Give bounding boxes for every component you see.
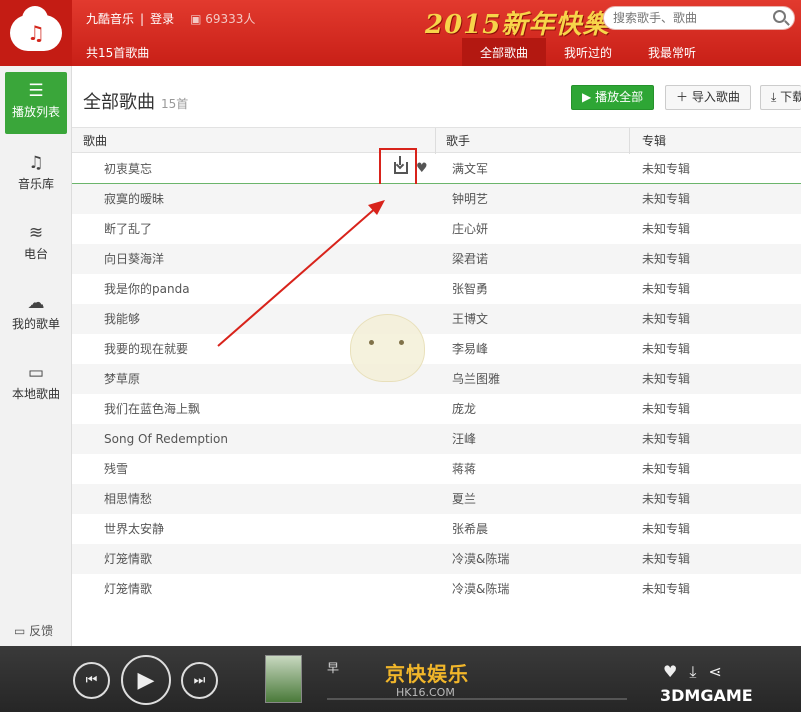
search-input[interactable] bbox=[604, 7, 764, 29]
sidebar-item-my-lists[interactable]: ☁ 我的歌单 bbox=[5, 294, 67, 332]
tab-most-played[interactable]: 我最常听 bbox=[630, 38, 714, 66]
new-year-banner: 2015新年快樂 bbox=[425, 10, 610, 40]
app-name: 九酷音乐 bbox=[86, 12, 135, 26]
login-link[interactable]: 登录 bbox=[150, 10, 174, 27]
sidebar-item-label: 我的歌单 bbox=[11, 317, 60, 331]
share-icon[interactable]: ⋖ bbox=[708, 662, 721, 682]
tab-all-songs[interactable]: 全部歌曲 bbox=[462, 38, 547, 66]
online-count: ▣ 69333人 bbox=[190, 12, 256, 26]
sidebar-item-label: 电台 bbox=[23, 247, 48, 261]
sidebar-item-label: 本地歌曲 bbox=[11, 387, 60, 401]
account-bar: 九酷音乐 | 登录 ▣ 69333人 bbox=[86, 10, 255, 27]
music-note-icon: ♫ bbox=[28, 153, 44, 173]
main-panel: 全部歌曲15首 ▶ 播放全部 ＋ 导入歌曲 ⤓ 下载 歌曲 歌手 专辑 初衷莫忘… bbox=[72, 66, 801, 646]
player-bar: ⏮ ▶ ⏭ 早 京快娱乐 HK16.COM ♥ ⤓ ⋖ 3DMGAME bbox=[0, 646, 801, 712]
now-playing-title: 早 bbox=[327, 661, 340, 675]
total-songs: 共15首歌曲 bbox=[86, 46, 150, 60]
annotation-arrow bbox=[217, 200, 385, 347]
cloud-logo-icon: ♫ bbox=[10, 6, 62, 51]
sidebar-item-library[interactable]: ♫ 音乐库 bbox=[5, 154, 67, 192]
album-art[interactable] bbox=[265, 655, 302, 703]
player-actions: ♥ ⤓ ⋖ bbox=[663, 662, 722, 682]
separator: | bbox=[140, 11, 145, 26]
app-header: ♫ 九酷音乐 | 登录 ▣ 69333人 2015新年快樂 共15首歌曲 全部歌… bbox=[0, 0, 801, 66]
sidebar: ☰ 播放列表 ♫ 音乐库 ≋ 电台 ☁ 我的歌单 ▭ 本地歌曲 ▭ 反馈 bbox=[0, 66, 72, 646]
sidebar-item-radio[interactable]: ≋ 电台 bbox=[5, 224, 67, 262]
app-logo[interactable]: ♫ bbox=[0, 0, 72, 66]
comment-icon: ▭ bbox=[14, 624, 26, 638]
wifi-icon: ≋ bbox=[28, 223, 44, 243]
sub-nav: 共15首歌曲 全部歌曲 我听过的 我最常听 bbox=[72, 38, 801, 66]
sidebar-item-label: 音乐库 bbox=[17, 177, 54, 191]
sidebar-item-playlist[interactable]: ☰ 播放列表 bbox=[5, 72, 67, 134]
sidebar-item-local[interactable]: ▭ 本地歌曲 bbox=[5, 364, 67, 402]
progress-bar[interactable] bbox=[327, 698, 627, 700]
next-track-button[interactable]: ⏭ bbox=[181, 662, 218, 699]
watermark-text: 京快娱乐 bbox=[385, 662, 469, 686]
brand-watermark: 3DMGAME bbox=[660, 686, 753, 705]
download-icon[interactable]: ⤓ bbox=[689, 662, 696, 682]
previous-track-button[interactable]: ⏮ bbox=[73, 662, 110, 699]
search-box[interactable] bbox=[603, 6, 795, 30]
feedback-link[interactable]: ▭ 反馈 bbox=[14, 622, 53, 639]
cloud-icon: ☁ bbox=[27, 293, 45, 313]
heart-icon[interactable]: ♥ bbox=[663, 662, 677, 682]
sidebar-item-label: 播放列表 bbox=[11, 105, 60, 119]
monitor-icon: ▭ bbox=[27, 363, 45, 383]
search-icon[interactable] bbox=[773, 10, 786, 23]
playlist-icon: ☰ bbox=[28, 81, 44, 101]
song-tabs: 全部歌曲 我听过的 我最常听 bbox=[462, 38, 714, 66]
tab-listened[interactable]: 我听过的 bbox=[546, 38, 630, 66]
play-button[interactable]: ▶ bbox=[121, 655, 171, 705]
